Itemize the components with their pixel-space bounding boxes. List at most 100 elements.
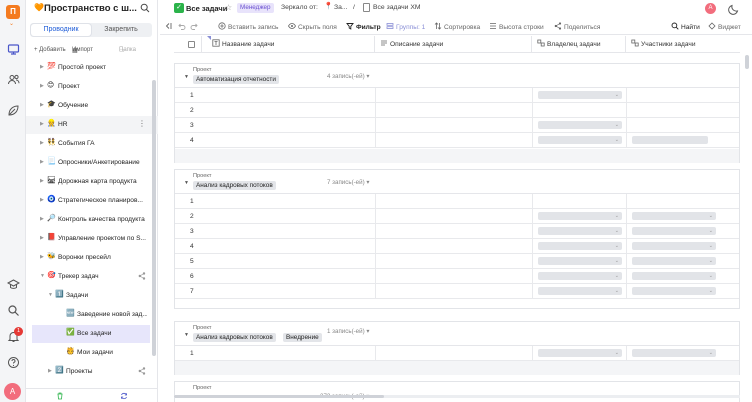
sidebar-item-events[interactable]: ▶ 👯 События ГА — [26, 135, 158, 153]
record-count[interactable]: 4 запись(-ей) ▾ — [327, 73, 369, 80]
sidebar-item-tasks[interactable]: ▼ 1️⃣ Задачи — [26, 287, 158, 305]
record-count[interactable]: 1 запись(-ей) ▾ — [327, 328, 369, 335]
participants-cell[interactable]: ⌄ — [632, 227, 716, 235]
owner-cell[interactable]: ⌄ — [538, 257, 622, 265]
trash-icon[interactable] — [56, 392, 64, 400]
column-task-owner[interactable]: Владелец задачи — [532, 36, 626, 53]
row-height-button[interactable]: Высота строки — [489, 22, 544, 31]
sidebar-item-projects[interactable]: ▶ 2️⃣ Проекты — [26, 363, 158, 381]
sidebar-item-simple-project[interactable]: ▶ 💯 Простой проект — [26, 59, 158, 77]
table-row[interactable]: 2 — [175, 103, 739, 118]
user-avatar-small[interactable]: А — [705, 3, 716, 14]
undo-icon[interactable] — [178, 22, 188, 31]
grid-horizontal-scrollbar[interactable] — [174, 395, 740, 398]
owner-cell[interactable]: ⌄ — [538, 227, 622, 235]
owner-cell[interactable]: ⌄ — [538, 242, 622, 250]
view-title[interactable]: Все задачи — [186, 4, 227, 13]
sidebar-item-project[interactable]: ▶ 😊 Проект — [26, 78, 158, 96]
graduation-cap-icon[interactable] — [7, 278, 20, 291]
owner-cell[interactable]: ⌄ — [538, 121, 622, 129]
table-row[interactable]: 1 ⌄ ⌄ — [175, 346, 739, 361]
sidebar-item-roadmap[interactable]: ▶ 🛤 Дорожная карта продукта — [26, 173, 158, 191]
add-button[interactable]: + Добавить — [34, 47, 66, 53]
owner-cell[interactable]: ⌄ — [538, 287, 622, 295]
search-icon[interactable] — [140, 3, 150, 13]
record-count[interactable]: 7 запись(-ей) ▾ — [327, 179, 369, 186]
monitor-icon[interactable] — [7, 43, 20, 56]
more-icon[interactable]: ⋮ — [138, 119, 146, 128]
tab-explorer[interactable]: Проводник — [31, 24, 91, 36]
leaf-icon[interactable] — [7, 104, 20, 117]
participants-cell[interactable]: ⌄ — [632, 287, 716, 295]
owner-cell[interactable]: ⌄ — [538, 272, 622, 280]
collapse-icon[interactable]: ▼ — [184, 180, 189, 186]
breadcrumb-view[interactable]: Все задачи ХМ — [373, 4, 421, 11]
redo-icon[interactable] — [190, 22, 200, 31]
help-icon[interactable] — [7, 356, 20, 369]
user-avatar[interactable]: А — [4, 383, 21, 400]
table-row[interactable]: 3 ⌄ ⌄ — [175, 224, 739, 239]
filter-button[interactable]: Фильтр — [346, 22, 381, 31]
grid-vertical-scrollbar[interactable] — [745, 55, 749, 69]
group-header[interactable]: ▼ Проект Анализ кадровых потоков Внедрен… — [175, 322, 739, 346]
table-row[interactable]: 1 ⌄ — [175, 88, 739, 103]
hide-fields-button[interactable]: Скрыть поля — [288, 22, 337, 31]
collapse-sidebar-icon[interactable] — [164, 22, 174, 31]
star-icon[interactable]: ☆ — [225, 3, 232, 12]
sidebar-item-new-task[interactable]: 🆕 Заведение новой зад... — [26, 306, 158, 324]
breadcrumb-source[interactable]: За... — [334, 4, 348, 11]
participants-cell[interactable]: ⌄ — [632, 349, 716, 357]
group-header[interactable]: Проект 372 запись(-ей) ▾ — [175, 382, 739, 402]
owner-cell[interactable]: ⌄ — [538, 91, 622, 99]
share-icon[interactable] — [138, 272, 146, 280]
tab-pin[interactable]: Закрепить — [91, 24, 151, 36]
sidebar-item-quality[interactable]: ▶ 🔎 Контроль качества продукта — [26, 211, 158, 229]
sidebar-item-project-management[interactable]: ▶ 📕 Управление проектом по S... — [26, 230, 158, 248]
participants-cell[interactable]: ⌄ — [632, 212, 716, 220]
scrollbar-thumb[interactable] — [174, 395, 384, 398]
group-header[interactable]: ▼ Проект Автоматизация отчетности 4 запи… — [175, 64, 739, 88]
sidebar-item-strategy[interactable]: ▶ 🧿 Стратегическое планиров... — [26, 192, 158, 210]
table-row[interactable]: 4 ⌄ — [175, 133, 739, 148]
sync-icon[interactable] — [120, 392, 128, 400]
sidebar-item-training[interactable]: ▶ 🎓 Обучение — [26, 97, 158, 115]
users-icon[interactable] — [7, 73, 20, 86]
owner-cell[interactable]: ⌄ — [538, 349, 622, 357]
widget-button[interactable]: Виджет — [708, 22, 741, 31]
participants-cell[interactable] — [632, 136, 708, 144]
search-icon[interactable] — [7, 304, 20, 317]
participants-cell[interactable]: ⌄ — [632, 242, 716, 250]
select-all-checkbox[interactable] — [188, 41, 195, 48]
sidebar-item-all-tasks[interactable]: ✅ Все задачи — [32, 325, 150, 343]
collapse-icon[interactable]: ▼ — [184, 332, 189, 338]
find-button[interactable]: Найти — [671, 22, 700, 31]
space-title[interactable]: Пространство с ш... — [44, 3, 144, 14]
sidebar-item-surveys[interactable]: ▶ 📃 Опросники/Анкетирование — [26, 154, 158, 172]
table-row[interactable]: 1 — [175, 194, 739, 209]
sidebar-item-my-tasks[interactable]: 🫅 Мои задачи — [26, 344, 158, 362]
sort-button[interactable]: Сортировка — [434, 22, 480, 31]
collapse-icon[interactable]: ▼ — [184, 74, 189, 80]
column-task-participants[interactable]: Участники задачи — [626, 36, 740, 53]
participants-cell[interactable]: ⌄ — [632, 272, 716, 280]
table-row[interactable]: 4 ⌄ ⌄ — [175, 239, 739, 254]
share-icon[interactable] — [138, 367, 146, 375]
owner-cell[interactable]: ⌄ — [538, 136, 622, 144]
owner-cell[interactable]: ⌄ — [538, 212, 622, 220]
groups-button[interactable]: Группы: 1 — [386, 22, 425, 31]
moon-icon[interactable] — [728, 2, 741, 15]
share-button[interactable]: Поделиться — [554, 22, 600, 31]
table-row[interactable]: 7 ⌄ ⌄ — [175, 284, 739, 299]
table-row[interactable]: 5 ⌄ ⌄ — [175, 254, 739, 269]
column-resize-marker[interactable] — [207, 36, 211, 40]
sidebar-item-task-tracker[interactable]: ▼ 🎯 Трекер задач — [26, 268, 158, 286]
table-row[interactable]: 3 ⌄ — [175, 118, 739, 133]
sidebar-item-hr[interactable]: ▶ 👷 HR ⋮ — [26, 116, 158, 134]
insert-record-button[interactable]: Вставить запись — [218, 22, 278, 31]
sidebar-scrollbar[interactable] — [152, 80, 156, 356]
workspace-logo[interactable]: П — [6, 5, 20, 19]
participants-cell[interactable]: ⌄ — [632, 257, 716, 265]
sidebar-item-presale[interactable]: ▶ 🐝 Воронки пресейл — [26, 249, 158, 267]
column-task-name[interactable]: Название задачи — [202, 36, 375, 53]
column-task-description[interactable]: Описание задачи — [375, 36, 532, 53]
